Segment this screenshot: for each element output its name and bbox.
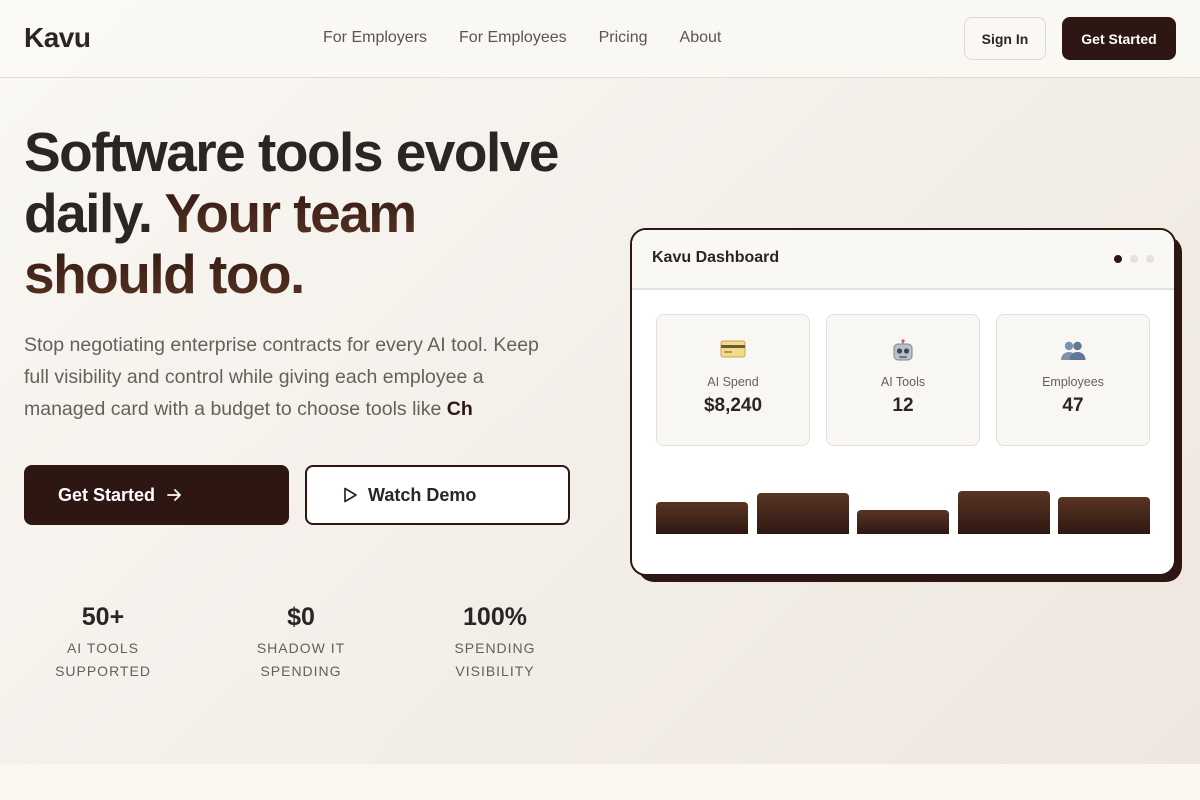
stat-label-line: VISIBILITY: [455, 663, 535, 679]
hero-subtext: Stop negotiating enterprise contracts fo…: [24, 329, 564, 425]
watch-demo-label: Watch Demo: [368, 484, 477, 505]
stat-value: 100%: [463, 603, 527, 631]
spend-bar: [957, 491, 1050, 534]
robot-icon: [827, 339, 979, 363]
stat-label-line: SHADOW IT: [256, 640, 346, 656]
people-icon: [997, 339, 1149, 363]
hero-headline: Software tools evolve daily. Your team s…: [24, 122, 584, 305]
nav-link-for-employers[interactable]: For Employers: [323, 29, 427, 47]
metric-employees: Employees 47: [996, 314, 1150, 446]
top-navigation: Kavu For Employers For Employees Pricing…: [0, 0, 1200, 78]
dashboard-header: Kavu Dashboard: [632, 230, 1174, 290]
typed-tool-name: Ch: [446, 398, 473, 420]
spend-bar: [857, 510, 949, 534]
metric-label: Employees: [1042, 375, 1104, 389]
dashboard-preview-card: Kavu Dashboard AI Spend $8,240 AI Tools …: [630, 228, 1176, 576]
metric-ai-spend: AI Spend $8,240: [656, 314, 810, 446]
stat-ai-tools: 50+ AI TOOLS SUPPORTED: [13, 602, 193, 683]
stat-value: $0: [287, 603, 315, 631]
metric-value: 47: [1062, 395, 1084, 416]
nav-links: For Employers For Employees Pricing Abou…: [323, 29, 721, 47]
metric-value: $8,240: [703, 395, 763, 416]
watch-demo-button[interactable]: Watch Demo: [305, 465, 570, 525]
metric-label: AI Spend: [707, 375, 759, 389]
carousel-dot[interactable]: [1146, 255, 1154, 263]
stat-label-line: SPENDING: [454, 640, 536, 656]
get-started-button[interactable]: Get Started: [24, 465, 289, 525]
nav-link-about[interactable]: About: [680, 29, 722, 47]
stat-label-line: SPENDING: [260, 663, 342, 679]
spend-bar: [656, 502, 748, 534]
stat-label-line: AI TOOLS: [66, 640, 140, 656]
next-section: [0, 764, 1200, 800]
metric-value: 12: [892, 395, 914, 416]
stat-label: SHADOW IT SPENDING: [211, 637, 391, 683]
credit-card-icon: [657, 339, 809, 363]
nav-link-pricing[interactable]: Pricing: [599, 29, 648, 47]
nav-link-for-employees[interactable]: For Employees: [459, 29, 567, 47]
logo[interactable]: Kavu: [24, 22, 91, 54]
play-icon: [341, 486, 359, 504]
arrow-right-icon: [165, 486, 183, 504]
stat-visibility: 100% SPENDING VISIBILITY: [405, 602, 585, 683]
stat-value: 50+: [81, 603, 125, 631]
spend-bar: [1058, 497, 1150, 534]
stat-shadow-it: $0 SHADOW IT SPENDING: [211, 602, 391, 683]
stat-label: AI TOOLS SUPPORTED: [13, 637, 193, 683]
stat-label: SPENDING VISIBILITY: [405, 637, 585, 683]
spend-bar: [756, 493, 849, 534]
carousel-dot[interactable]: [1130, 255, 1138, 263]
metric-ai-tools: AI Tools 12: [826, 314, 980, 446]
stat-label-line: SUPPORTED: [55, 663, 151, 679]
sign-in-button[interactable]: Sign In: [964, 17, 1046, 60]
get-started-label: Get Started: [58, 484, 156, 505]
dashboard-title: Kavu Dashboard: [652, 249, 780, 266]
nav-get-started-button[interactable]: Get Started: [1062, 17, 1176, 60]
metric-label: AI Tools: [880, 375, 926, 389]
carousel-dot[interactable]: [1114, 255, 1122, 263]
carousel-dots: [1114, 255, 1154, 263]
